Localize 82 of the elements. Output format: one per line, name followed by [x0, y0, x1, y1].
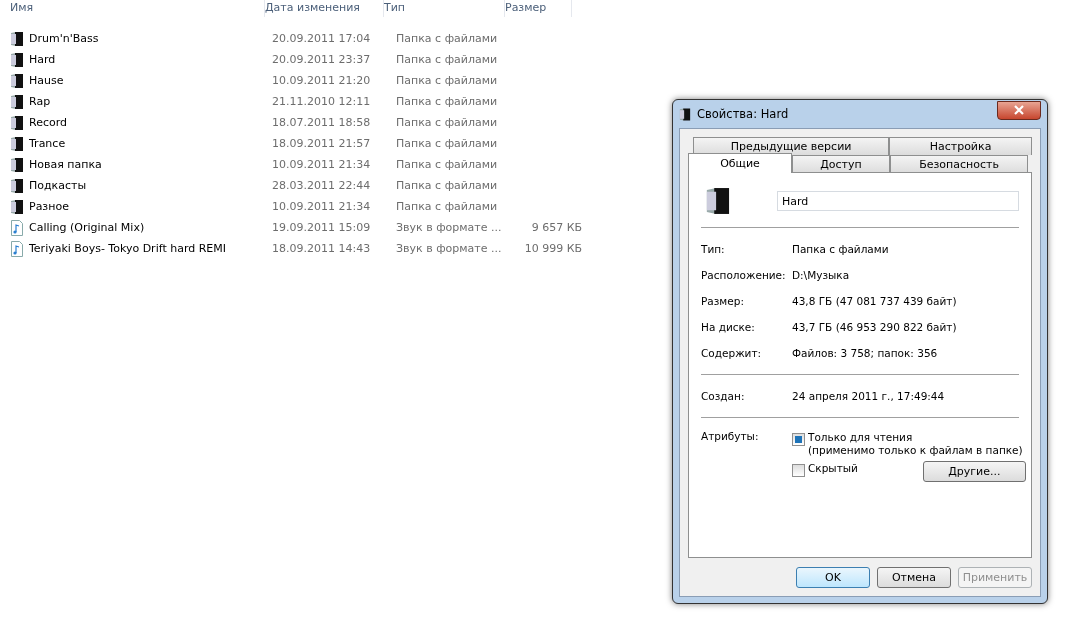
- column-header[interactable]: Дата изменения: [265, 0, 384, 17]
- column-header[interactable]: Тип: [384, 0, 505, 17]
- property-label: Размер:: [701, 295, 745, 307]
- file-name[interactable]: Teriyaki Boys- Tokyo Drift hard REMI: [29, 242, 227, 255]
- file-type: Папка с файлами: [395, 32, 499, 45]
- tab[interactable]: Безопасность: [890, 155, 1028, 173]
- name-field[interactable]: Hard: [776, 191, 1019, 211]
- other-attributes-button[interactable]: Другие...: [922, 461, 1026, 482]
- file-name[interactable]: Hause: [29, 74, 64, 87]
- file-name[interactable]: Calling (Original Mix): [29, 221, 145, 234]
- folder-icon: [679, 106, 691, 122]
- modified-date: 20.09.2011 23:37: [271, 53, 372, 66]
- tab[interactable]: Общие: [688, 153, 792, 173]
- checkbox-label: Только для чтения: [808, 431, 914, 444]
- modified-date: 21.11.2010 12:11: [271, 95, 372, 108]
- dialog-button[interactable]: Отмена: [877, 567, 951, 588]
- file-name[interactable]: Trance: [29, 137, 66, 150]
- file-size: 10 999 КБ: [523, 242, 582, 255]
- checkbox-note: (применимо только к файлам в папке): [808, 444, 1023, 457]
- file-type: Папка с файлами: [395, 179, 499, 192]
- file-name[interactable]: Новая папка: [29, 158, 102, 171]
- folder-icon: [10, 51, 24, 68]
- music-file-icon: [10, 240, 24, 257]
- property-label: Расположение:: [701, 269, 787, 281]
- column-header[interactable]: Размер: [505, 0, 572, 17]
- modified-date: 20.09.2011 17:04: [271, 32, 372, 45]
- close-icon: [1014, 105, 1024, 115]
- file-name[interactable]: Record: [29, 116, 67, 129]
- modified-date: 10.09.2011 21:34: [271, 200, 372, 213]
- folder-icon: [10, 72, 24, 89]
- folder-icon: [10, 177, 24, 194]
- folder-icon: [10, 198, 24, 215]
- checkbox[interactable]: [792, 464, 805, 477]
- folder-icon: [10, 30, 24, 47]
- checkbox-label: Скрытый: [808, 462, 858, 475]
- property-value: Папка с файлами: [792, 243, 889, 255]
- music-file-icon: [10, 219, 24, 236]
- property-value: 24 апреля 2011 г., 17:49:44: [792, 390, 945, 402]
- property-value: D:\Музыка: [792, 269, 850, 281]
- property-label: На диске:: [701, 321, 756, 333]
- modified-date: 10.09.2011 21:20: [271, 74, 372, 87]
- file-type: Папка с файлами: [395, 116, 499, 129]
- property-label: Создан:: [701, 390, 746, 402]
- file-size: 9 657 КБ: [530, 221, 582, 234]
- file-type: Папка с файлами: [395, 74, 499, 87]
- close-button[interactable]: [997, 100, 1041, 120]
- modified-date: 28.03.2011 22:44: [271, 179, 372, 192]
- window-title: Свойства: Hard: [697, 107, 790, 121]
- property-label: Тип:: [701, 243, 726, 255]
- folder-icon: [10, 114, 24, 131]
- folder-icon: [10, 93, 24, 110]
- file-type: Папка с файлами: [395, 137, 499, 150]
- file-type: Звук в формате ...: [395, 221, 503, 234]
- property-value: 43,8 ГБ (47 081 737 439 байт): [792, 295, 957, 307]
- file-name[interactable]: Разное: [29, 200, 69, 213]
- tab[interactable]: Доступ: [792, 155, 890, 173]
- file-type: Папка с файлами: [395, 200, 499, 213]
- folder-icon: [10, 135, 24, 152]
- folder-icon: [705, 185, 731, 217]
- file-name[interactable]: Drum'n'Bass: [29, 32, 99, 45]
- file-type: Папка с файлами: [395, 158, 499, 171]
- modified-date: 18.09.2011 14:43: [271, 242, 372, 255]
- property-value: Файлов: 3 758; папок: 356: [792, 347, 938, 359]
- tab[interactable]: Предыдущие версии: [693, 137, 890, 155]
- file-name[interactable]: Подкасты: [29, 179, 87, 192]
- property-value: 43,7 ГБ (46 953 290 822 байт): [792, 321, 957, 333]
- file-name[interactable]: Rap: [29, 95, 51, 108]
- file-name[interactable]: Hard: [29, 53, 56, 66]
- file-type: Звук в формате ...: [395, 242, 503, 255]
- dialog-button[interactable]: OK: [796, 567, 870, 588]
- file-type: Папка с файлами: [395, 95, 499, 108]
- property-label: Содержит:: [701, 347, 763, 359]
- tab[interactable]: Настройка: [889, 137, 1032, 155]
- folder-icon: [10, 156, 24, 173]
- modified-date: 18.07.2011 18:58: [271, 116, 372, 129]
- column-header[interactable]: Имя: [10, 0, 265, 17]
- attributes-label: Атрибуты:: [701, 430, 760, 444]
- file-type: Папка с файлами: [395, 53, 499, 66]
- checkbox[interactable]: [792, 433, 805, 446]
- modified-date: 10.09.2011 21:34: [271, 158, 372, 171]
- modified-date: 18.09.2011 21:57: [271, 137, 372, 150]
- modified-date: 19.09.2011 15:09: [271, 221, 372, 234]
